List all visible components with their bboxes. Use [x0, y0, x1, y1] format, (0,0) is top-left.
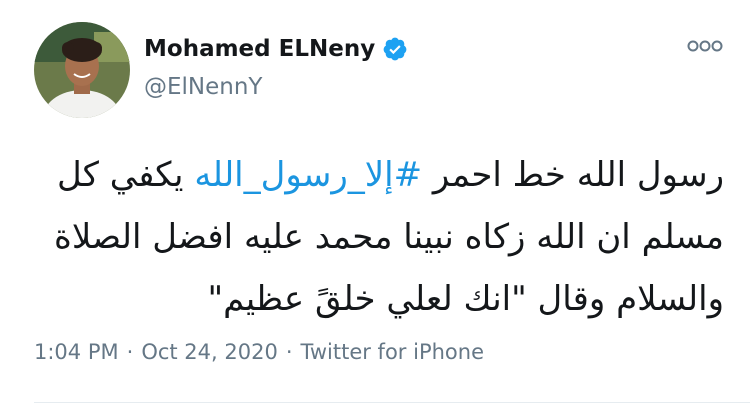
meta-separator: · — [126, 340, 134, 364]
avatar[interactable] — [34, 22, 130, 118]
tweet-metadata: 1:04 PM · Oct 24, 2020 · Twitter for iPhone — [34, 340, 484, 364]
tweet-header: Mohamed ELNeny @ElNennY — [34, 22, 724, 118]
verified-badge-icon — [382, 36, 408, 62]
tweet-time[interactable]: 1:04 PM — [34, 340, 119, 364]
tweet-text-before: رسول الله خط احمر — [422, 155, 724, 195]
tweet-source[interactable]: Twitter for iPhone — [301, 340, 485, 364]
name-row: Mohamed ELNeny — [144, 36, 408, 62]
meta-separator: · — [285, 340, 293, 364]
divider — [34, 402, 750, 403]
display-name[interactable]: Mohamed ELNeny — [144, 36, 375, 62]
hashtag-link[interactable]: #إلا_رسول_الله — [194, 155, 422, 195]
user-handle[interactable]: @ElNennY — [144, 74, 262, 100]
tweet-text: رسول الله خط احمر #إلا_رسول_الله يكفي كل… — [34, 144, 724, 330]
tweet-date[interactable]: Oct 24, 2020 — [141, 340, 278, 364]
more-options-icon[interactable] — [686, 36, 724, 56]
